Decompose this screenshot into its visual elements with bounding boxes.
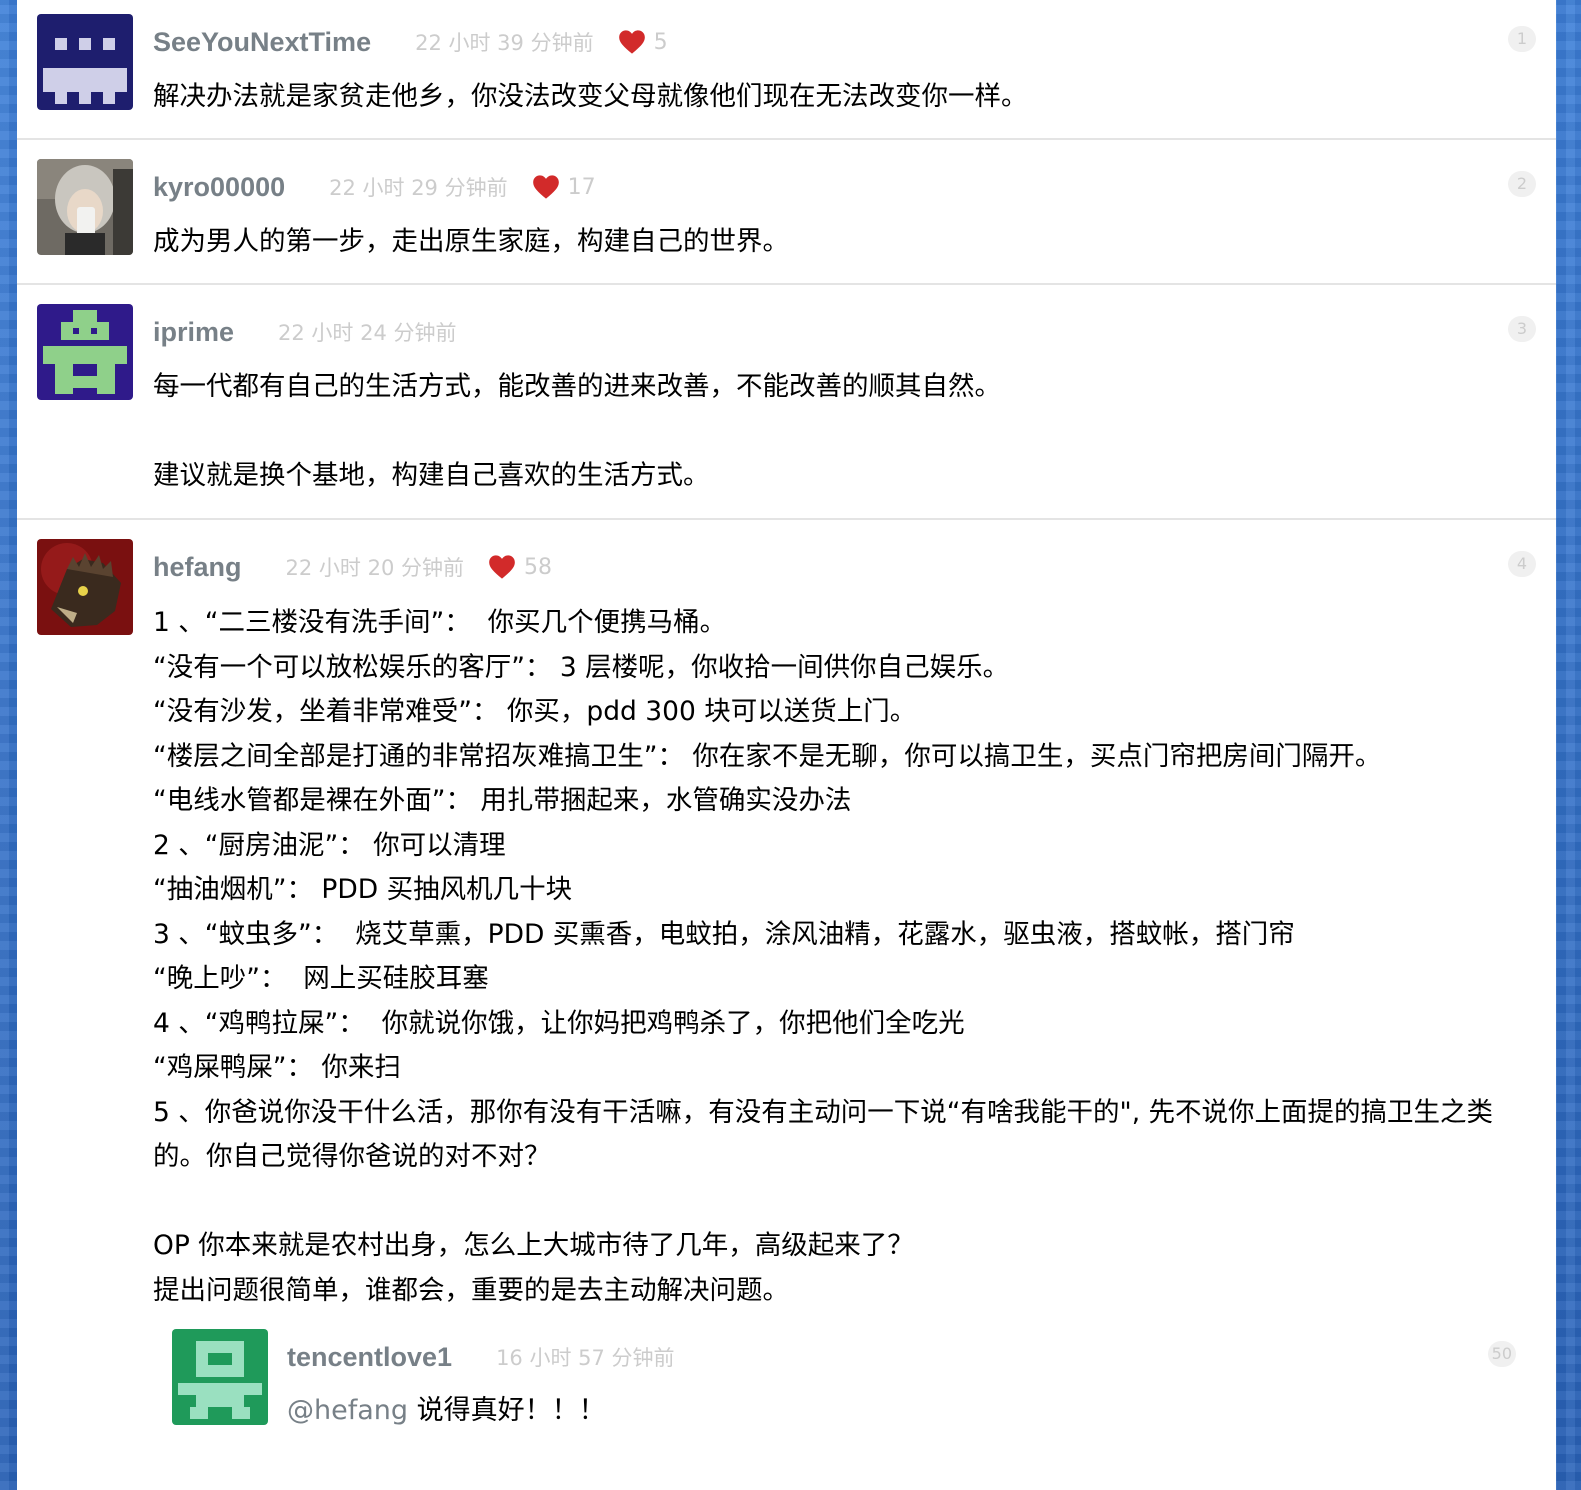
reply-item: hefang 22 小时 20 分钟前 58 4 1 、“二三楼没有洗手间”： … [17,520,1556,1490]
reply-header: iprime 22 小时 24 分钟前 [153,314,457,350]
reply-line: 成为男人的第一步，走出原生家庭，构建自己的世界。 [153,226,789,257]
timestamp: 22 小时 24 分钟前 [278,321,457,345]
reply-header: tencentlove1 16 小时 57 分钟前 [287,1339,675,1375]
photo-avatar-icon [37,159,133,255]
thanks-count: 5 [618,29,668,55]
likes-count: 58 [524,554,552,580]
reply-list: SeeYouNextTime 22 小时 39 分钟前 5 1 解决办法就是家贫… [17,0,1556,1490]
pixel-avatar-green-icon [172,1329,268,1425]
username-link[interactable]: iprime [153,317,234,348]
floor-number: 2 [1508,171,1536,197]
reply-line: “没有一个可以放松娱乐的客厅”： 3 层楼呢，你收拾一间供你自己娱乐。 [153,651,1010,683]
reply-item: iprime 22 小时 24 分钟前 3 每一代都有自己的生活方式，能改善的进… [17,285,1556,520]
avatar[interactable] [37,304,133,400]
reply-line: OP 你本来就是农村出身，怎么上大城市待了几年，高级起来了？ [153,1230,914,1261]
username-link[interactable]: SeeYouNextTime [153,27,371,58]
reply-item: kyro00000 22 小时 29 分钟前 17 2 成为男人的第一步，走出原… [17,140,1556,285]
reply-line: 3 、“蚊虫多”： 烧艾草熏，PDD 买熏香，电蚊拍，涂风油精，花露水，驱虫液，… [153,918,1295,950]
floor-number: 4 [1508,551,1536,577]
reply-line: 每一代都有自己的生活方式，能改善的进来改善，不能改善的顺其自然。 [153,371,1001,402]
reply-line: 5 、你爸说你没干什么活，那你有没有干活嘛，有没有主动问一下说“有啥我能干的",… [153,1096,1494,1173]
pixel-avatar-green-purple-icon [37,304,133,400]
likes-count: 5 [653,29,668,55]
reply-header: kyro00000 22 小时 29 分钟前 17 [153,169,596,205]
avatar[interactable] [37,539,133,635]
floor-number: 1 [1508,26,1536,52]
pixel-avatar-navy-icon [37,14,133,110]
timestamp: 22 小时 20 分钟前 [285,556,464,580]
reply-content: @hefang 说得真好！！！ [287,1389,1536,1434]
reply-line: “电线水管都是裸在外面”： 用扎带捆起来，水管确实没办法 [153,785,852,816]
beast-avatar-icon [37,539,133,635]
username-link[interactable]: hefang [153,552,242,583]
reply-content: 成为男人的第一步，走出原生家庭，构建自己的世界。 [153,220,1536,265]
reply-line: “没有沙发，坐着非常难受”： 你买，pdd 300 块可以送货上门。 [153,696,917,727]
timestamp: 22 小时 29 分钟前 [329,176,508,200]
reply-item: SeeYouNextTime 22 小时 39 分钟前 5 1 解决办法就是家贫… [17,0,1556,140]
reply-line: 建议就是换个基地，构建自己喜欢的生活方式。 [153,460,710,491]
avatar[interactable] [172,1329,268,1425]
heart-icon [532,175,559,199]
reply-line: “鸡屎鸭屎”： 你来扫 [153,1052,401,1083]
reply-content: 每一代都有自己的生活方式，能改善的进来改善，不能改善的顺其自然。 建议就是换个基… [153,365,1536,499]
timestamp: 22 小时 39 分钟前 [415,31,594,55]
reply-header: hefang 22 小时 20 分钟前 58 [153,549,552,585]
floor-number: 50 [1487,1341,1516,1367]
reply-text: 说得真好！！！ [408,1395,606,1426]
username-link[interactable]: kyro00000 [153,172,285,203]
thanks-count: 17 [532,174,596,200]
reply-line: “抽油烟机”： PDD 买抽风机几十块 [153,874,573,905]
reply-line: 1 、“二三楼没有洗手间”： 你买几个便携马桶。 [153,607,727,638]
mention-link[interactable]: @hefang [287,1395,408,1426]
avatar[interactable] [37,14,133,110]
username-link[interactable]: tencentlove1 [287,1342,452,1373]
reply-line: 4 、“鸡鸭拉屎”： 你就说你饿，让你妈把鸡鸭杀了，你把他们全吃光 [153,1007,965,1039]
avatar[interactable] [37,159,133,255]
heart-icon [618,30,645,54]
likes-count: 17 [567,174,596,200]
reply-line: “晚上吵”： 网上买硅胶耳塞 [153,963,489,994]
reply-header: SeeYouNextTime 22 小时 39 分钟前 5 [153,24,668,60]
reply-content: 1 、“二三楼没有洗手间”： 你买几个便携马桶。 “没有一个可以放松娱乐的客厅”… [153,601,1536,1313]
timestamp: 16 小时 57 分钟前 [496,1346,675,1370]
reply-content: 解决办法就是家贫走他乡，你没法改变父母就像他们现在无法改变你一样。 [153,75,1536,120]
reply-line: 提出问题很简单，谁都会，重要的是去主动解决问题。 [153,1274,789,1306]
reply-line: 2 、“厨房油泥”： 你可以清理 [153,829,506,861]
heart-icon [489,555,515,579]
reply-line: “楼层之间全部是打通的非常招灰难搞卫生”： 你在家不是无聊，你可以搞卫生，买点门… [153,740,1382,772]
reply-line: 解决办法就是家贫走他乡，你没法改变父母就像他们现在无法改变你一样。 [153,81,1028,112]
floor-number: 3 [1508,316,1536,342]
thanks-count: 58 [488,554,552,580]
